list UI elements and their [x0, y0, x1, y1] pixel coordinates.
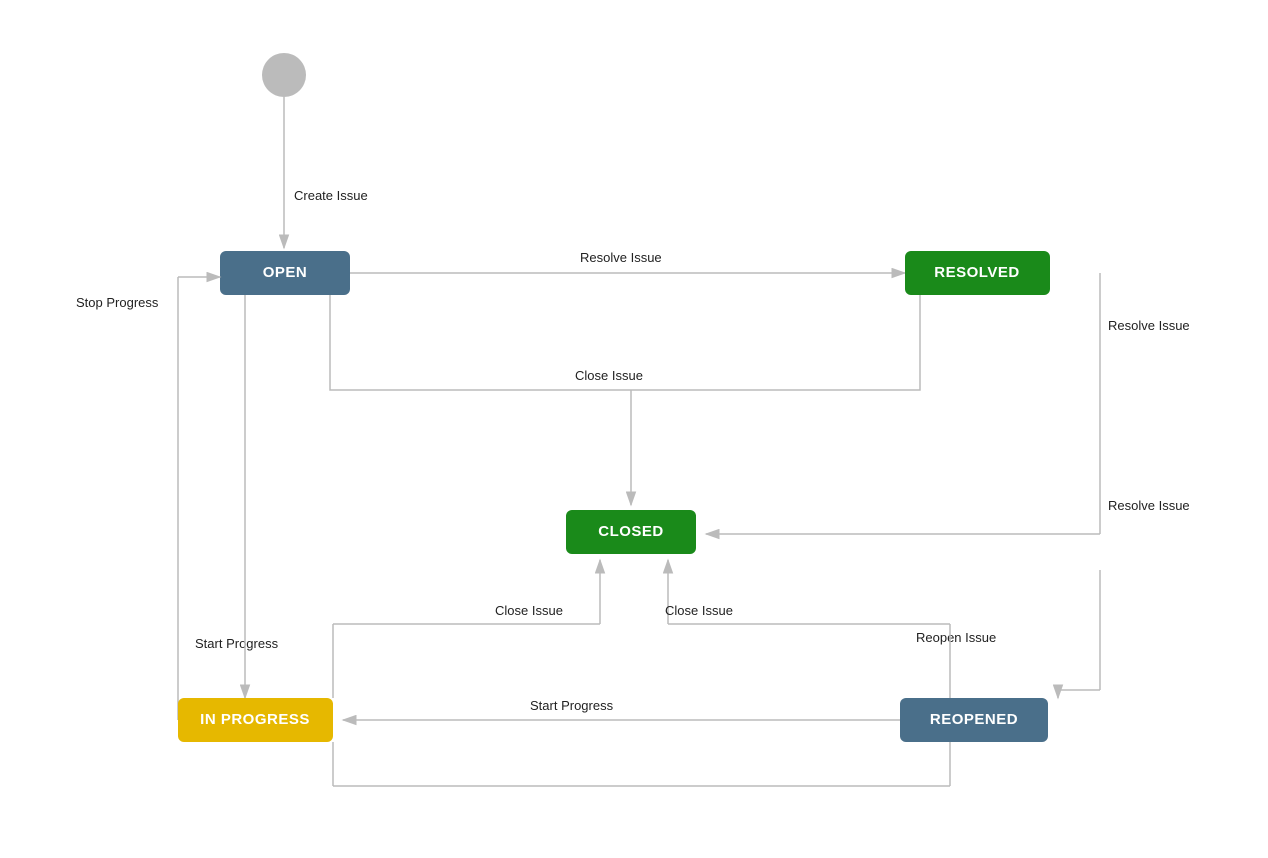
resolve-issue-label-1: Resolve Issue	[580, 250, 662, 265]
start-node	[262, 53, 306, 97]
stop-progress-label: Stop Progress	[76, 295, 159, 310]
in-progress-state-label: IN PROGRESS	[200, 711, 310, 728]
close-issue-label-1: Close Issue	[575, 368, 643, 383]
open-state-label: OPEN	[263, 264, 308, 281]
reopen-issue-label: Reopen Issue	[916, 630, 996, 645]
resolve-issue-label-2: Resolve Issue	[1108, 318, 1190, 333]
state-diagram: Create Issue OPEN Resolve Issue RESOLVED…	[0, 0, 1268, 853]
closed-state-label: CLOSED	[598, 523, 664, 540]
close-issue-label-2: Close Issue	[495, 603, 563, 618]
create-issue-label: Create Issue	[294, 188, 368, 203]
reopened-state-label: REOPENED	[930, 711, 1018, 728]
close-issue-label-3: Close Issue	[665, 603, 733, 618]
start-progress-label-1: Start Progress	[195, 636, 279, 651]
start-progress-label-2: Start Progress	[530, 698, 614, 713]
resolved-state-label: RESOLVED	[934, 264, 1019, 281]
resolve-issue-label-3: Resolve Issue	[1108, 498, 1190, 513]
